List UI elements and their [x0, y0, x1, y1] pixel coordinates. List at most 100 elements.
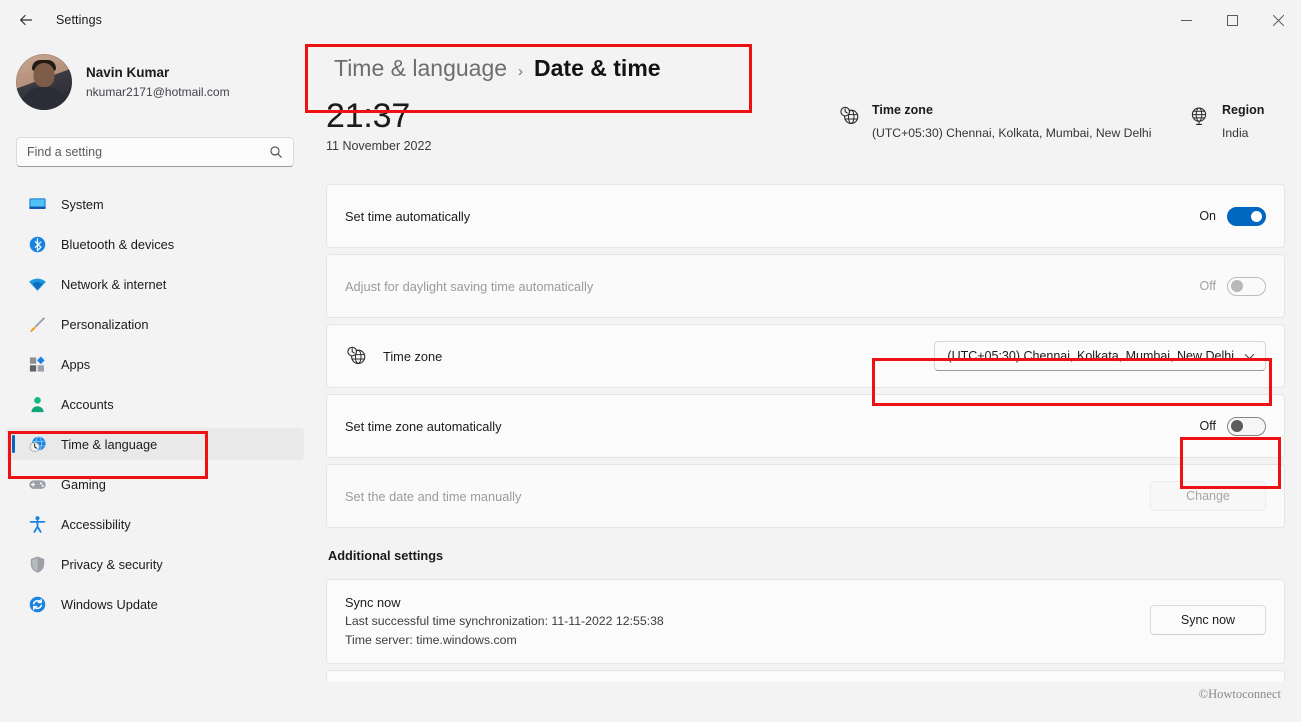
- next-card-partial: [326, 670, 1285, 682]
- search-input[interactable]: [27, 145, 269, 159]
- bluetooth-icon: [29, 236, 46, 252]
- close-button[interactable]: [1255, 0, 1301, 40]
- adjust-dst-state: Off: [1199, 279, 1216, 293]
- sidebar-item-time-language[interactable]: Time & language: [6, 428, 304, 460]
- globe-icon: [1191, 107, 1207, 125]
- sidebar-item-label: Personalization: [61, 316, 149, 332]
- minimize-button[interactable]: [1163, 0, 1209, 40]
- search-icon: [270, 146, 282, 158]
- region-summary-value: India: [1222, 126, 1249, 140]
- sidebar-item-system[interactable]: System: [6, 188, 304, 220]
- sidebar-item-apps[interactable]: Apps: [6, 348, 304, 380]
- change-button: Change: [1150, 481, 1266, 511]
- timezone-summary-value: (UTC+05:30) Chennai, Kolkata, Mumbai, Ne…: [872, 126, 1152, 140]
- breadcrumb: Time & language › Date & time: [326, 51, 1301, 88]
- sidebar-item-label: Apps: [61, 356, 91, 372]
- adjust-dst-row: Adjust for daylight saving time automati…: [326, 254, 1285, 318]
- sidebar-item-label: Time & language: [61, 436, 158, 452]
- close-icon: [1272, 14, 1284, 26]
- toggle-knob: [1251, 210, 1262, 222]
- sidebar-item-bluetooth-devices[interactable]: Bluetooth & devices: [6, 228, 304, 260]
- clock-globe-icon: [347, 346, 366, 364]
- shield-icon: [30, 556, 45, 573]
- toggle-knob: [1231, 280, 1243, 292]
- sync-now-row: Sync now Last successful time synchroniz…: [326, 579, 1285, 664]
- watermark: ©Howtoconnect: [1198, 687, 1281, 701]
- sync-last-time: Last successful time synchronization: 11…: [345, 614, 664, 628]
- sidebar-item-network-internet[interactable]: Network & internet: [6, 268, 304, 300]
- sidebar: Navin Kumar nkumar2171@hotmail.com Syste…: [0, 40, 310, 722]
- set-time-automatically-state: On: [1199, 209, 1216, 223]
- region-summary: Region India: [1188, 101, 1264, 142]
- set-date-time-manually-label: Set the date and time manually: [345, 488, 522, 504]
- timezone-summary: Time zone (UTC+05:30) Chennai, Kolkata, …: [838, 101, 1151, 142]
- clock-globe-icon: [840, 106, 859, 124]
- additional-settings-cards: Sync now Last successful time synchroniz…: [326, 579, 1285, 664]
- avatar-head: [33, 63, 55, 87]
- sidebar-item-windows-update[interactable]: Windows Update: [6, 588, 304, 620]
- set-time-automatically-label: Set time automatically: [345, 208, 471, 224]
- set-time-zone-automatically-toggle[interactable]: [1227, 416, 1266, 436]
- sidebar-item-label: System: [61, 196, 104, 212]
- additional-settings-title: Additional settings: [328, 548, 444, 563]
- update-icon: [29, 596, 46, 612]
- sync-now-title: Sync now: [345, 595, 401, 610]
- set-time-zone-automatically-row[interactable]: Set time zone automatically Off: [326, 394, 1285, 458]
- sidebar-item-accounts[interactable]: Accounts: [6, 388, 304, 420]
- sidebar-item-privacy-security[interactable]: Privacy & security: [6, 548, 304, 580]
- sidebar-item-label: Windows Update: [61, 596, 158, 612]
- region-summary-title: Region: [1222, 103, 1265, 117]
- sidebar-nav: System Bluetooth & devices Network & int…: [0, 188, 310, 620]
- sidebar-item-accessibility[interactable]: Accessibility: [6, 508, 304, 540]
- settings-window: Settings Navin Kumar nkumar2171@hotmail.…: [0, 0, 1301, 722]
- set-time-zone-automatically-label: Set time zone automatically: [345, 418, 502, 434]
- set-date-time-manually-row: Set the date and time manually Change: [326, 464, 1285, 528]
- time-zone-label: Time zone: [383, 348, 443, 364]
- set-time-automatically-toggle[interactable]: [1227, 206, 1266, 226]
- profile-email: nkumar2171@hotmail.com: [86, 84, 230, 99]
- sidebar-item-label: Network & internet: [61, 276, 167, 292]
- window-controls: [1163, 0, 1301, 40]
- content-pane: Time & language › Date & time 21:37 11 N…: [310, 40, 1301, 722]
- sync-now-button[interactable]: Sync now: [1150, 605, 1266, 635]
- back-arrow-icon: [20, 14, 32, 26]
- breadcrumb-parent[interactable]: Time & language: [334, 55, 507, 82]
- sidebar-item-personalization[interactable]: Personalization: [6, 308, 304, 340]
- sidebar-item-label: Accessibility: [61, 516, 131, 532]
- sidebar-item-label: Privacy & security: [61, 556, 163, 572]
- current-time: 21:37: [326, 97, 411, 135]
- set-time-automatically-row[interactable]: Set time automatically On: [326, 184, 1285, 248]
- chevron-down-icon: [1244, 353, 1255, 359]
- back-button[interactable]: [6, 4, 46, 36]
- time-zone-selected-value: (UTC+05:30) Chennai, Kolkata, Mumbai, Ne…: [947, 349, 1234, 363]
- clock-globe-icon: [29, 435, 46, 452]
- sidebar-item-label: Accounts: [61, 396, 114, 412]
- accessibility-icon: [29, 515, 46, 533]
- adjust-dst-toggle: [1227, 276, 1266, 296]
- sidebar-item-gaming[interactable]: Gaming: [6, 468, 304, 500]
- breadcrumb-separator-icon: ›: [518, 63, 524, 80]
- window-title: Settings: [56, 13, 102, 27]
- title-bar: Settings: [0, 0, 1301, 40]
- profile-name: Navin Kumar: [86, 64, 170, 80]
- minimize-icon: [1180, 19, 1192, 21]
- wifi-icon: [29, 278, 46, 291]
- clock-summary-row: 21:37 11 November 2022 Time zone (UTC+05…: [326, 96, 1301, 168]
- time-zone-row[interactable]: Time zone (UTC+05:30) Chennai, Kolkata, …: [326, 324, 1285, 388]
- sidebar-item-label: Gaming: [61, 476, 106, 492]
- toggle-knob: [1231, 420, 1243, 432]
- time-zone-dropdown[interactable]: (UTC+05:30) Chennai, Kolkata, Mumbai, Ne…: [934, 341, 1266, 371]
- page-title: Date & time: [534, 55, 661, 81]
- apps-icon: [29, 356, 45, 372]
- sidebar-item-label: Bluetooth & devices: [61, 236, 175, 252]
- search-box[interactable]: [16, 137, 294, 167]
- timezone-summary-title: Time zone: [872, 103, 933, 117]
- avatar-body: [20, 87, 68, 110]
- user-profile[interactable]: Navin Kumar nkumar2171@hotmail.com: [0, 40, 310, 110]
- gamepad-icon: [29, 479, 46, 489]
- paintbrush-icon: [30, 316, 46, 332]
- person-icon: [31, 396, 44, 412]
- settings-cards: Set time automatically On Adjust for day…: [326, 184, 1285, 528]
- maximize-button[interactable]: [1209, 0, 1255, 40]
- set-time-zone-automatically-state: Off: [1199, 419, 1216, 433]
